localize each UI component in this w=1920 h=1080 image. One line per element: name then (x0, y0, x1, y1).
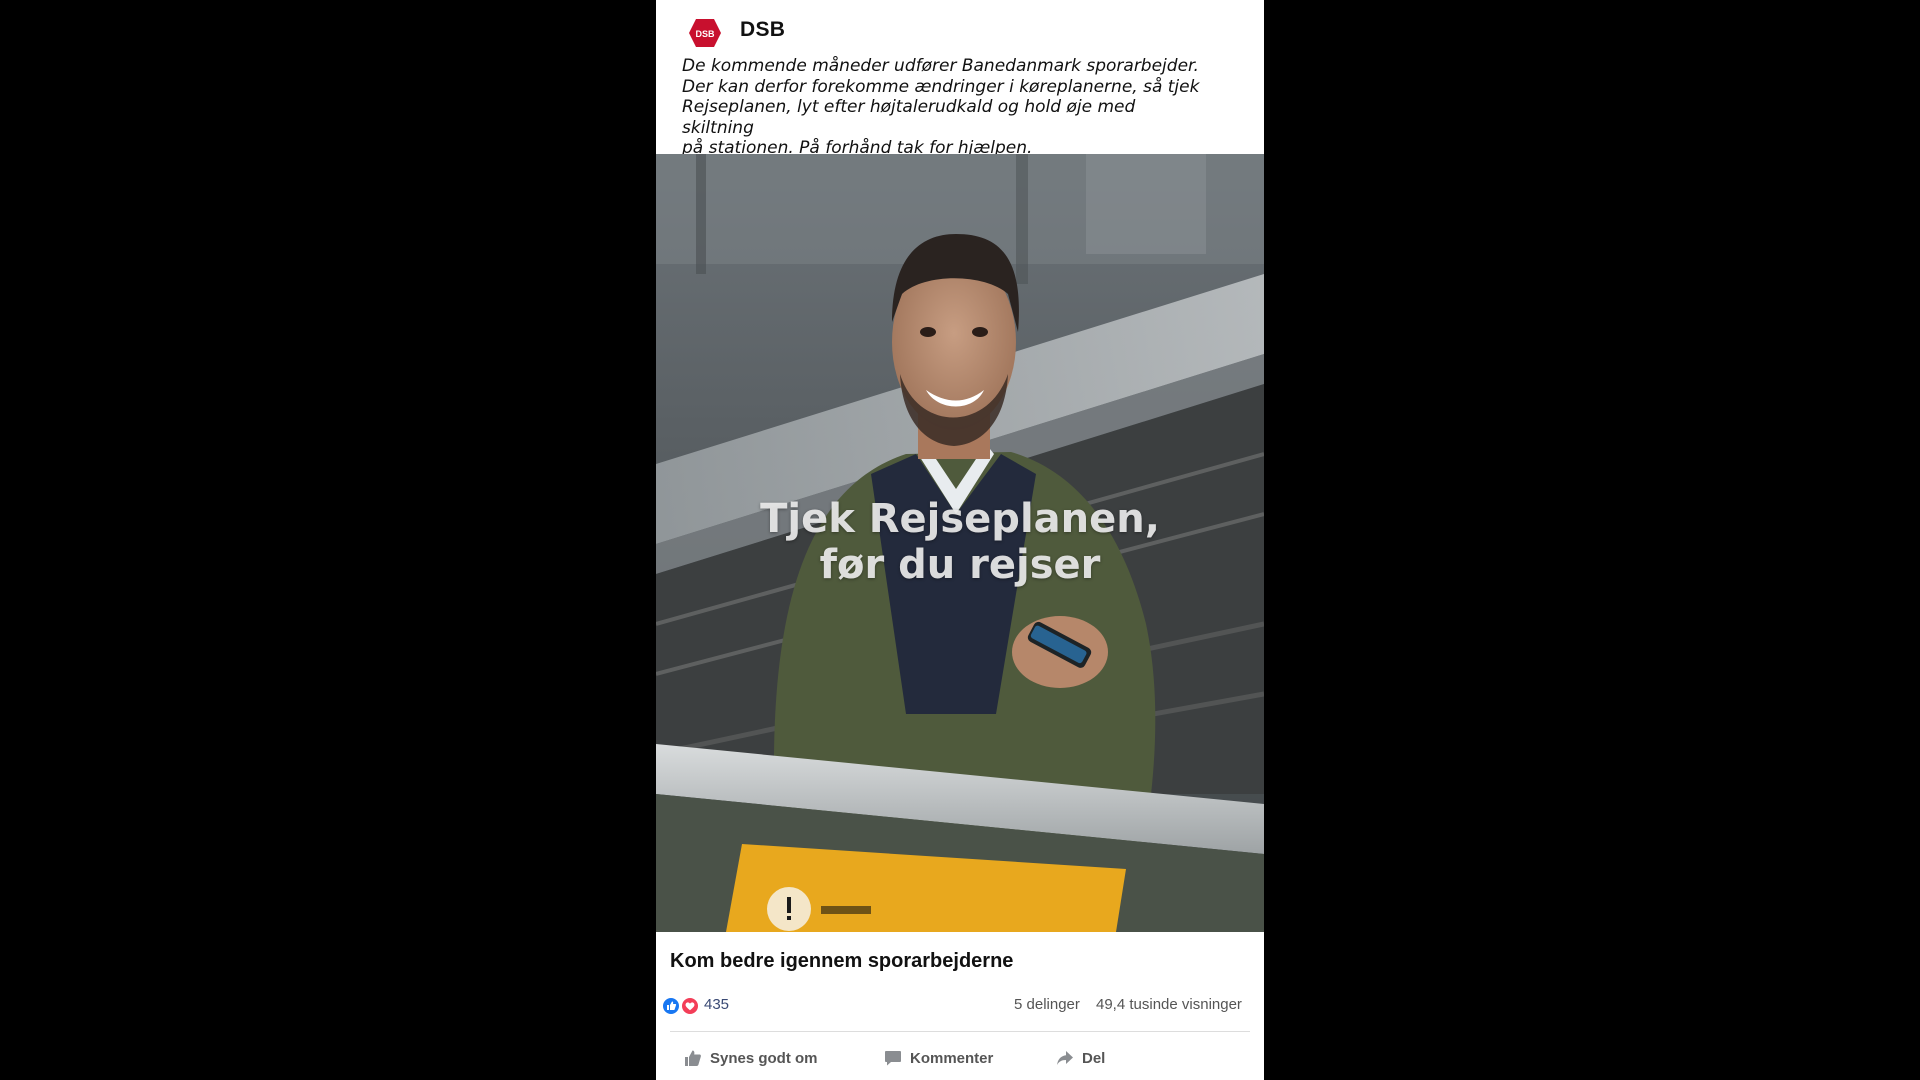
page-name[interactable]: DSB (740, 18, 785, 42)
reaction-icons[interactable] (662, 997, 704, 1015)
post-caption: De kommende måneder udfører Banedanmark … (682, 56, 1202, 159)
video-player[interactable]: Tjek Rejseplanen, før du rejser (656, 154, 1264, 932)
post-headline[interactable]: Kom bedre igennem sporarbejderne (670, 950, 1013, 973)
video-overlay-line1: Tjek Rejseplanen, (760, 496, 1160, 542)
share-button[interactable]: Del (1056, 1044, 1105, 1072)
logo-text: DSB (695, 29, 715, 39)
action-bar: Synes godt om Kommenter Del (656, 1044, 1264, 1074)
like-reaction-icon (662, 997, 680, 1015)
post-header: DSB DSB De kommende måneder udfører Bane… (656, 0, 1264, 158)
comment-icon (885, 1051, 901, 1066)
video-overlay-line2: før du rejser (819, 542, 1101, 588)
like-button[interactable]: Synes godt om (684, 1044, 818, 1072)
caption-line: Der kan derfor forekomme ændringer i kør… (682, 76, 1200, 97)
love-reaction-icon (681, 997, 699, 1015)
caption-line: De kommende måneder udfører Banedanmark … (682, 56, 1199, 76)
thumbs-up-icon (685, 1050, 701, 1066)
divider (670, 1031, 1250, 1032)
reaction-count[interactable]: 435 (704, 996, 729, 1013)
view-count: 49,4 tusinde visninger (1096, 996, 1242, 1013)
share-arrow-icon (1057, 1051, 1073, 1065)
facebook-post: DSB DSB De kommende måneder udfører Bane… (656, 0, 1264, 1080)
dsb-logo-icon[interactable]: DSB (688, 18, 722, 48)
like-label: Synes godt om (710, 1049, 818, 1067)
post-stats: 435 5 delinger 49,4 tusinde visninger (656, 993, 1264, 1017)
comment-button[interactable]: Kommenter (884, 1044, 993, 1072)
share-label: Del (1082, 1049, 1106, 1067)
comment-label: Kommenter (910, 1049, 994, 1067)
share-count[interactable]: 5 delinger (1014, 996, 1080, 1013)
caption-line: Rejseplanen, lyt efter højtalerudkald og… (682, 97, 1136, 138)
